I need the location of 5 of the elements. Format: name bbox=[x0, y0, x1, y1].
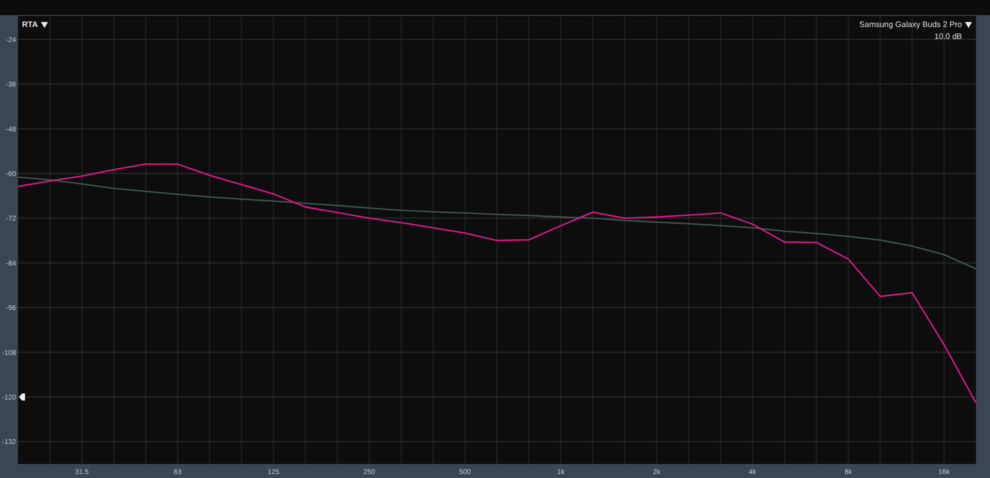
legend-dropdown[interactable]: Samsung Galaxy Buds 2 Pro bbox=[859, 20, 972, 29]
caret-icon bbox=[965, 22, 972, 28]
rta-dropdown[interactable]: RTA bbox=[22, 20, 48, 29]
scale-readout: 10.0 dB bbox=[934, 32, 962, 41]
caret-icon bbox=[40, 22, 48, 28]
